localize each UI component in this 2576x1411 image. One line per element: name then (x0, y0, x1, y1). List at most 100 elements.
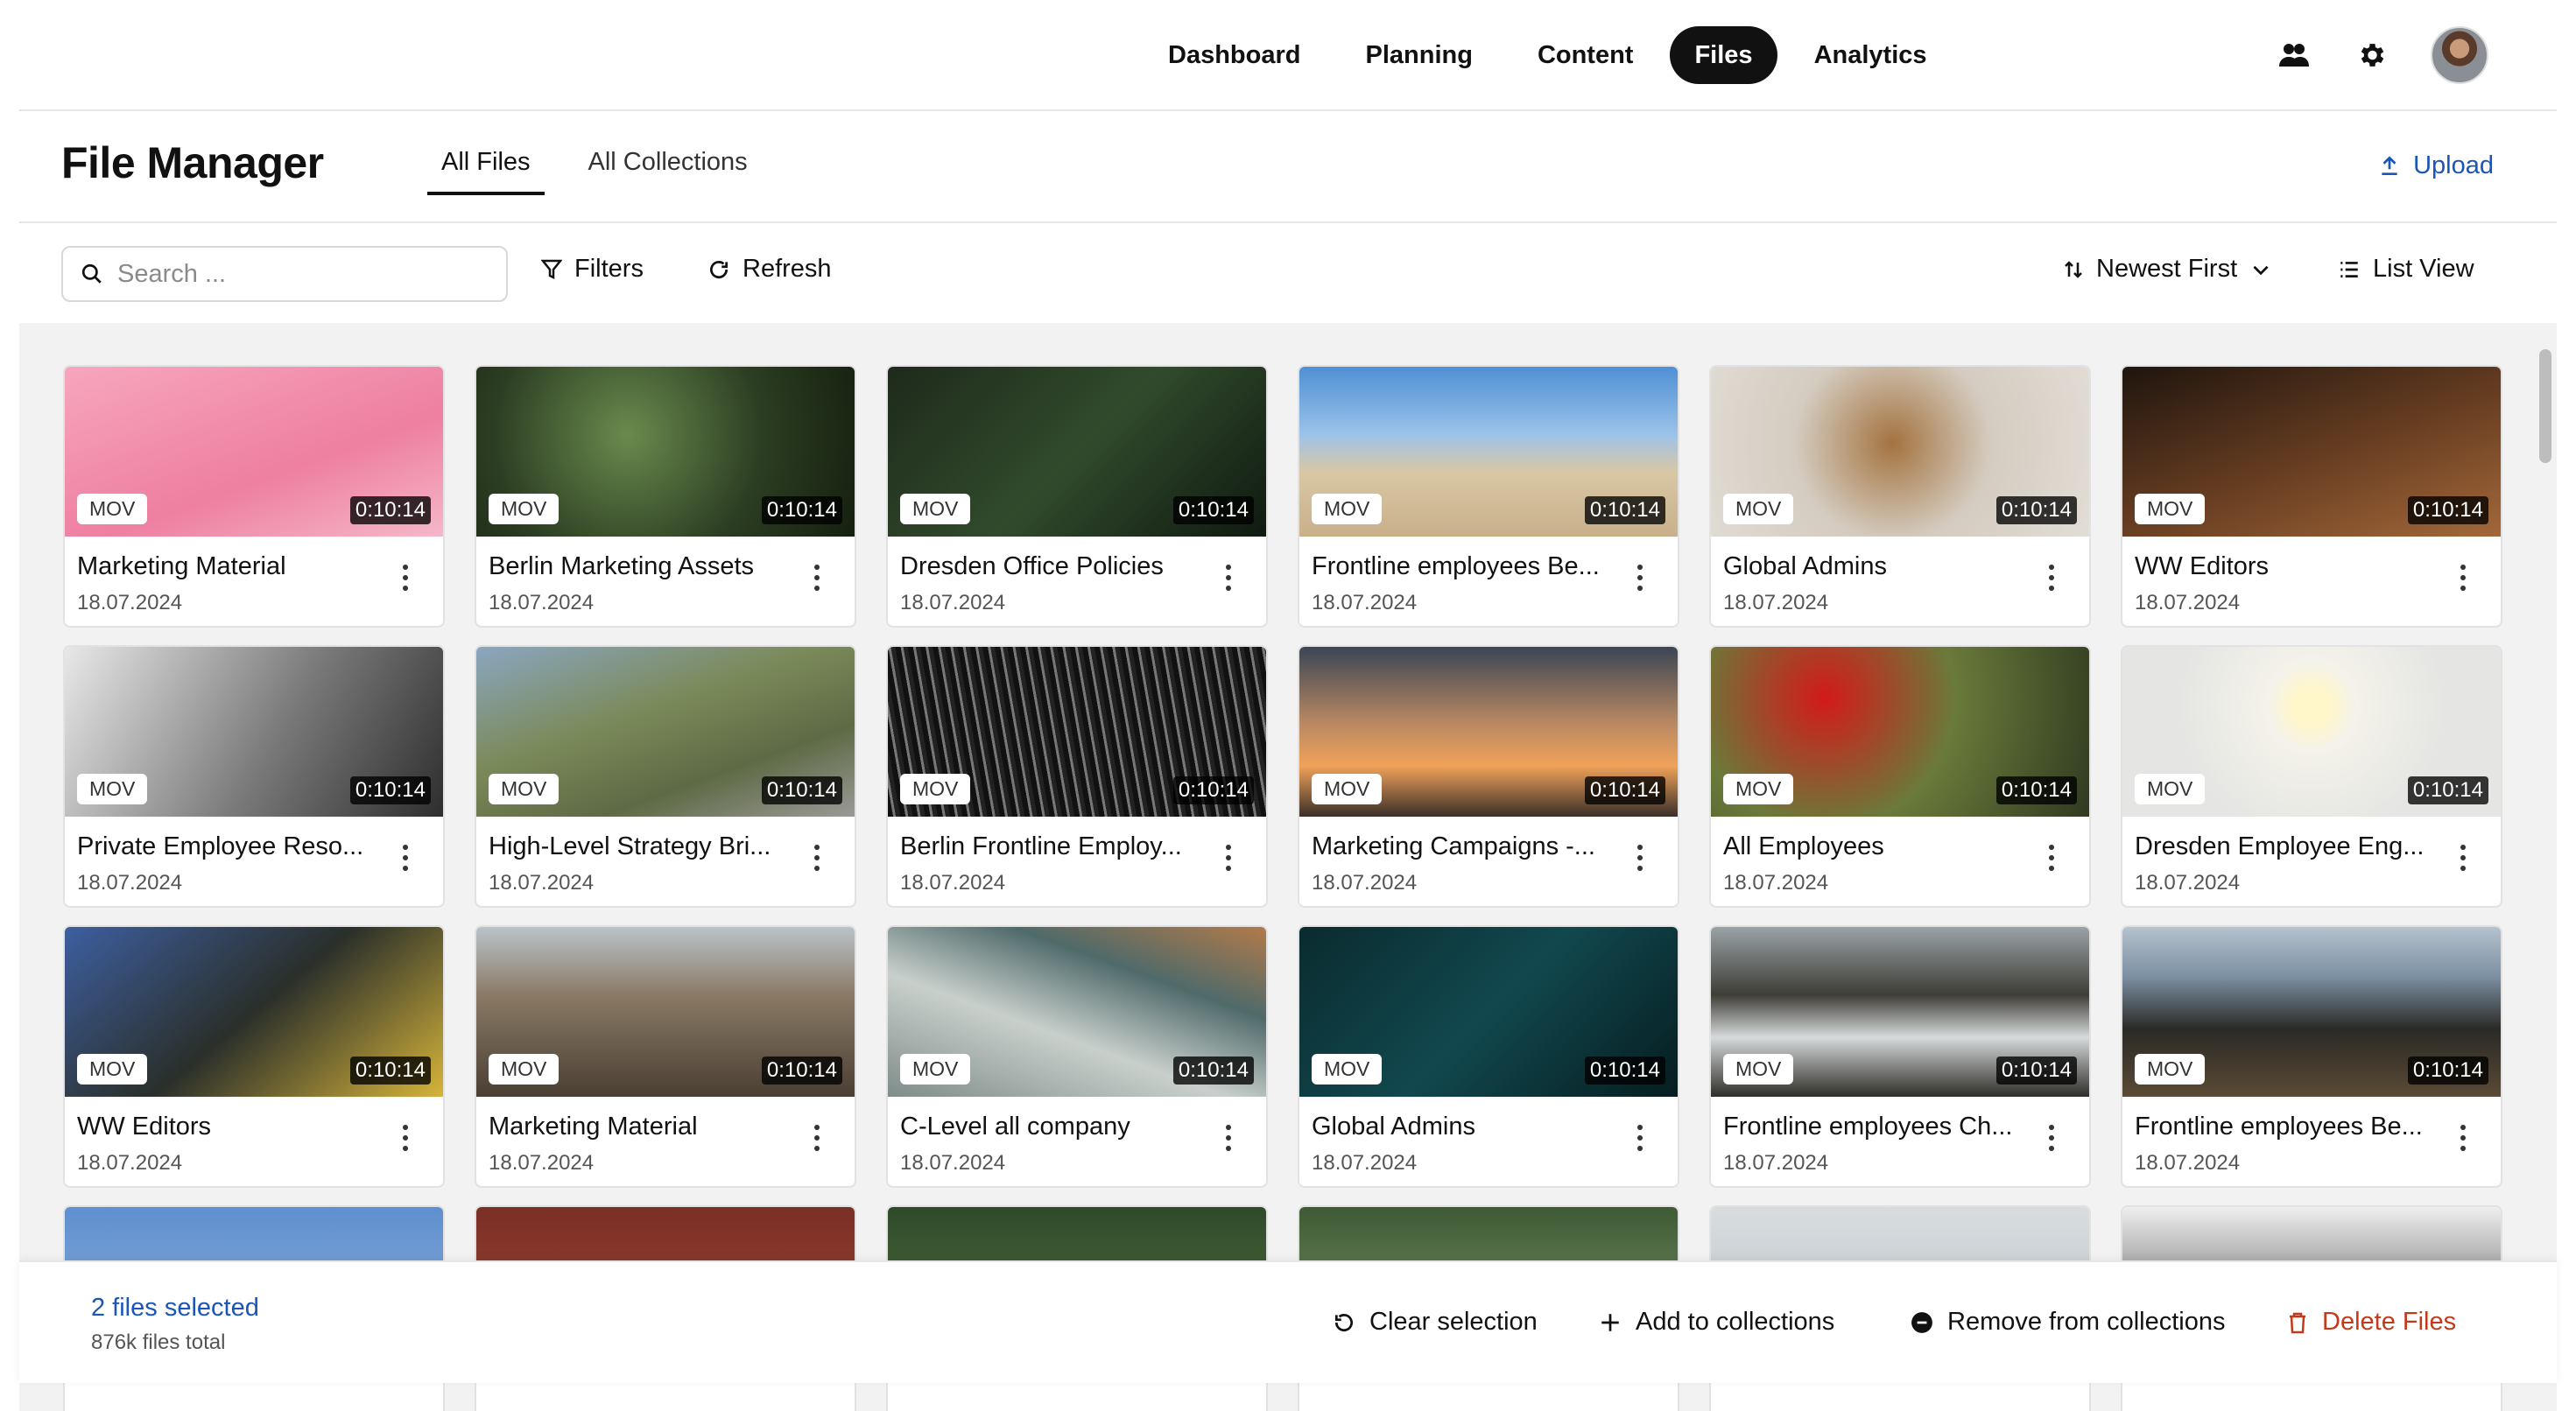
file-date: 18.07.2024 (900, 1151, 1006, 1175)
nav-dashboard[interactable]: Dashboard (1140, 26, 1328, 84)
users-icon[interactable] (2277, 38, 2312, 73)
file-card[interactable]: MOV 0:10:14 Marketing Material 18.07.2024 (63, 365, 445, 628)
more-options-icon[interactable] (2047, 845, 2056, 871)
more-options-icon[interactable] (401, 565, 410, 591)
file-card[interactable]: MOV 0:10:14 Marketing Material 18.07.2024 (475, 925, 856, 1188)
more-options-icon[interactable] (401, 1125, 410, 1151)
file-thumbnail[interactable]: MOV 0:10:14 (1299, 647, 1678, 817)
file-card[interactable]: MOV 0:10:14 High-Level Strategy Bri... 18.0… (475, 645, 856, 908)
file-name: All Employees (1723, 832, 1884, 860)
file-card[interactable]: MOV 0:10:14 Marketing Campaigns -... 18.07.… (1298, 645, 1679, 908)
delete-files-label: Delete Files (2322, 1308, 2457, 1336)
file-card[interactable]: MOV 0:10:14 Berlin Frontline Employ... 18.0… (886, 645, 1268, 908)
file-card[interactable]: MOV 0:10:14 Global Admins 18.07.2024 (1709, 365, 2091, 628)
file-thumbnail[interactable]: MOV 0:10:14 (65, 927, 443, 1097)
file-type-badge: MOV (1312, 1054, 1383, 1085)
file-tabs: All Files All Collections (427, 148, 762, 195)
remove-from-collections-button[interactable]: Remove from collections (1911, 1308, 2226, 1337)
file-grid: MOV 0:10:14 Marketing Material 18.07.2024 MO… (19, 323, 2557, 1411)
file-card[interactable]: MOV 0:10:14 Global Admins 18.07.2024 (1298, 925, 1679, 1188)
duration-label: 0:10:14 (1172, 1056, 1254, 1085)
gear-icon[interactable] (2354, 38, 2389, 73)
file-card[interactable]: MOV 0:10:14 Berlin Marketing Assets 18.07.2… (475, 365, 856, 628)
file-name: Berlin Marketing Assets (489, 552, 755, 580)
avatar[interactable] (2431, 26, 2488, 84)
file-date: 18.07.2024 (900, 871, 1006, 895)
file-card[interactable]: MOV 0:10:14 Dresden Office Policies 18.07.2… (886, 365, 1268, 628)
nav-content[interactable]: Content (1510, 26, 1662, 84)
clear-selection-label: Clear selection (1369, 1308, 1538, 1336)
delete-files-button[interactable]: Delete Files (2287, 1308, 2456, 1337)
file-thumbnail[interactable]: MOV 0:10:14 (1299, 927, 1678, 1097)
refresh-button[interactable]: Refresh (707, 255, 832, 284)
selected-count[interactable]: 2 files selected (91, 1294, 259, 1323)
file-thumbnail[interactable]: MOV 0:10:14 (476, 367, 855, 537)
filters-button[interactable]: Filters (541, 255, 644, 284)
tab-all-collections[interactable]: All Collections (574, 148, 762, 195)
more-options-icon[interactable] (1224, 1125, 1233, 1151)
file-name: Frontline employees Be... (2135, 1113, 2423, 1141)
file-thumbnail[interactable]: MOV 0:10:14 (2122, 647, 2501, 817)
more-options-icon[interactable] (813, 565, 821, 591)
more-options-icon[interactable] (813, 845, 821, 871)
nav-analytics[interactable]: Analytics (1786, 26, 1955, 84)
file-card[interactable]: MOV 0:10:14 C-Level all company 18.07.2024 (886, 925, 1268, 1188)
nav-planning[interactable]: Planning (1337, 26, 1500, 84)
file-card[interactable]: MOV 0:10:14 All Employees 18.07.2024 (1709, 645, 2091, 908)
duration-label: 0:10:14 (761, 776, 842, 804)
file-thumbnail[interactable]: MOV 0:10:14 (2122, 367, 2501, 537)
file-thumbnail[interactable]: MOV 0:10:14 (476, 647, 855, 817)
file-thumbnail[interactable]: MOV 0:10:14 (476, 927, 855, 1097)
trash-icon (2290, 1312, 2305, 1333)
file-card[interactable]: MOV 0:10:14 WW Editors 18.07.2024 (2121, 365, 2502, 628)
more-options-icon[interactable] (2047, 1125, 2056, 1151)
more-options-icon[interactable] (2459, 845, 2467, 871)
more-options-icon[interactable] (2047, 565, 2056, 591)
file-card[interactable]: MOV 0:10:14 Dresden Employee Eng... 18.07.2… (2121, 645, 2502, 908)
file-card[interactable]: MOV 0:10:14 Private Employee Reso... 18.07.… (63, 645, 445, 908)
file-thumbnail[interactable]: MOV 0:10:14 (1711, 367, 2089, 537)
clear-selection-button[interactable]: Clear selection (1333, 1308, 1538, 1337)
filter-icon (541, 259, 562, 279)
upload-button[interactable]: Upload (2378, 151, 2494, 180)
file-card[interactable]: MOV 0:10:14 Frontline employees Be... 18.07… (2121, 925, 2502, 1188)
file-thumbnail[interactable]: MOV 0:10:14 (888, 647, 1266, 817)
file-name: C-Level all company (900, 1113, 1130, 1141)
file-thumbnail[interactable]: MOV 0:10:14 (65, 647, 443, 817)
more-options-icon[interactable] (813, 1125, 821, 1151)
more-options-icon[interactable] (2459, 1125, 2467, 1151)
more-options-icon[interactable] (1636, 1125, 1644, 1151)
file-thumbnail[interactable]: MOV 0:10:14 (888, 927, 1266, 1097)
scrollbar[interactable] (2539, 349, 2551, 463)
file-thumbnail[interactable]: MOV 0:10:14 (1299, 367, 1678, 537)
file-thumbnail[interactable]: MOV 0:10:14 (1711, 927, 2089, 1097)
tab-all-files[interactable]: All Files (427, 148, 545, 195)
file-date: 18.07.2024 (489, 871, 595, 895)
more-options-icon[interactable] (2459, 565, 2467, 591)
duration-label: 0:10:14 (1584, 776, 1665, 804)
file-thumbnail[interactable]: MOV 0:10:14 (65, 367, 443, 537)
more-options-icon[interactable] (1224, 565, 1233, 591)
file-card[interactable]: MOV 0:10:14 Frontline employees Ch... 18.07… (1709, 925, 2091, 1188)
nav-files[interactable]: Files (1670, 26, 1777, 84)
file-card[interactable]: MOV 0:10:14 Frontline employees Be... 18.07… (1298, 365, 1679, 628)
duration-label: 0:10:14 (1172, 776, 1254, 804)
more-options-icon[interactable] (1636, 845, 1644, 871)
more-options-icon[interactable] (1224, 845, 1233, 871)
file-name: Global Admins (1723, 552, 1887, 580)
duration-label: 0:10:14 (1584, 1056, 1665, 1085)
file-thumbnail[interactable]: MOV 0:10:14 (1711, 647, 2089, 817)
add-to-collections-button[interactable]: Add to collections (1599, 1308, 1834, 1337)
file-thumbnail[interactable]: MOV 0:10:14 (2122, 927, 2501, 1097)
upload-icon (2382, 155, 2397, 175)
minus-circle-icon (1911, 1311, 1932, 1333)
file-card[interactable]: MOV 0:10:14 WW Editors 18.07.2024 (63, 925, 445, 1188)
more-options-icon[interactable] (1636, 565, 1644, 591)
app-frame: Dashboard Planning Content Files Analyti… (19, 0, 2557, 1411)
more-options-icon[interactable] (401, 845, 410, 871)
file-thumbnail[interactable]: MOV 0:10:14 (888, 367, 1266, 537)
search-input[interactable] (117, 259, 468, 289)
file-type-badge: MOV (77, 774, 148, 804)
sort-dropdown[interactable]: Newest First (2063, 255, 2272, 284)
list-view-button[interactable]: List View (2338, 255, 2474, 284)
